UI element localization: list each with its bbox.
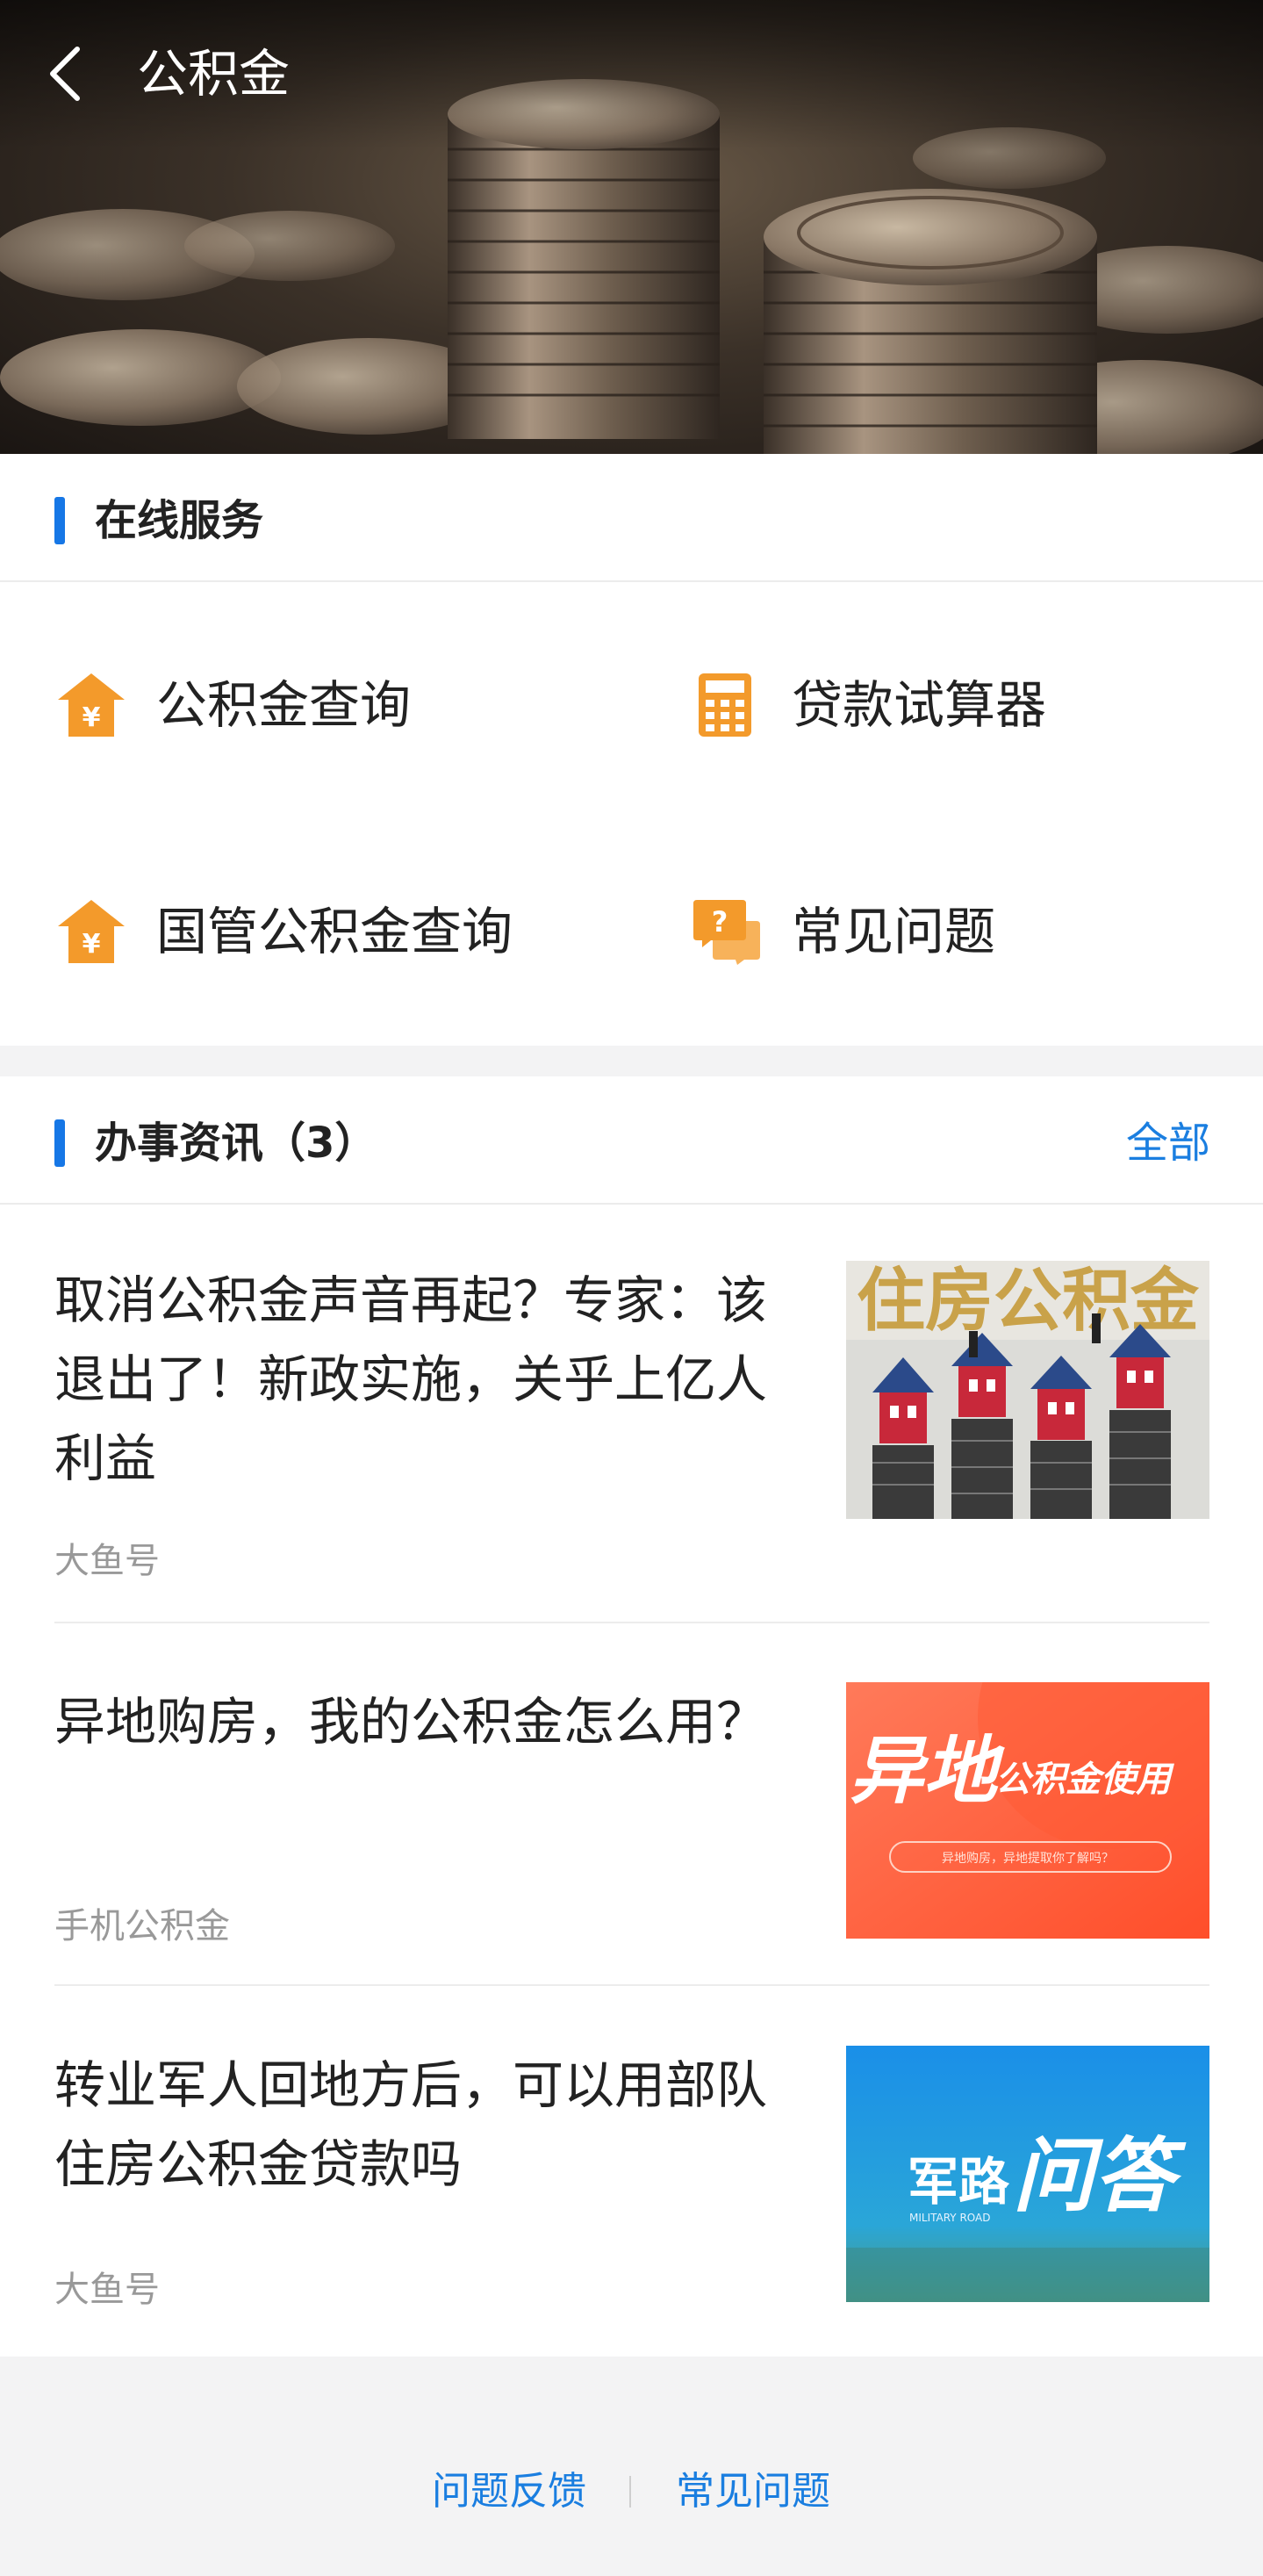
section-accent-bar [54, 497, 65, 544]
section-title: 在线服务 [95, 496, 264, 545]
section-title: 办事资讯（3） [95, 1119, 377, 1168]
feedback-link[interactable]: 问题反馈 [432, 2465, 586, 2518]
separator-row [54, 1984, 1209, 1986]
back-button[interactable] [42, 39, 95, 109]
service-label: 贷款试算器 [792, 675, 1047, 735]
svg-text:¥: ¥ [83, 929, 101, 960]
news-item[interactable]: 异地购房，我的公积金怎么用？ 手机公积金 异地 公积金使用 异地购房，异地提取你… [54, 1682, 1209, 1963]
section-accent-bar [54, 1119, 65, 1167]
news-thumbnail: 住房公积金 [846, 1261, 1209, 1519]
news-card: 办事资讯（3） 全部 取消公积金声音再起？专家：该退出了！新政实施，关乎上亿人利… [0, 1076, 1263, 2357]
house-yuan-icon: ¥ [58, 900, 125, 963]
question-chat-icon: ? [693, 900, 760, 965]
service-label: 公积金查询 [156, 675, 412, 735]
separator-row [54, 1622, 1209, 1623]
thumb-subtext: 问答 [1013, 2129, 1187, 2223]
view-all-link[interactable]: 全部 [1126, 1115, 1210, 1171]
svg-text:¥: ¥ [83, 702, 101, 733]
svg-text:?: ? [712, 905, 728, 939]
news-source: 大鱼号 [54, 1541, 160, 1581]
service-loan-calculator[interactable]: 贷款试算器 [692, 649, 1209, 754]
online-services-header: 在线服务 [0, 454, 1263, 582]
news-title: 异地购房，我的公积金怎么用？ [54, 1692, 768, 1752]
thumb-subtext: 公积金使用 [995, 1759, 1174, 1800]
news-title: 转业军人回地方后，可以用部队住房公积金贷款吗 [54, 2055, 768, 2194]
service-housing-fund-query[interactable]: ¥ 公积金查询 [56, 649, 618, 754]
page-title: 公积金 [137, 44, 291, 104]
news-thumbnail: 异地 公积金使用 异地购房，异地提取你了解吗？ [846, 1682, 1209, 1939]
house-yuan-icon: ¥ [58, 673, 125, 737]
hero-banner: 公积金 [0, 0, 1263, 454]
news-item[interactable]: 转业军人回地方后，可以用部队住房公积金贷款吗 大鱼号 军路 问答 MILITAR… [54, 2046, 1209, 2327]
separator [54, 1622, 1209, 1623]
separator [54, 1984, 1209, 1986]
thumb-text: 住房公积金 [857, 1262, 1200, 1341]
news-header: 办事资讯（3） 全部 [0, 1076, 1263, 1205]
news-title: 取消公积金声音再起？专家：该退出了！新政实施，关乎上亿人利益 [54, 1270, 768, 1488]
chevron-left-icon [50, 47, 80, 101]
faq-link[interactable]: 常见问题 [676, 2465, 830, 2518]
thumb-caption: 异地购房，异地提取你了解吗？ [942, 1852, 1114, 1866]
footer-divider [629, 2476, 631, 2508]
service-label: 国管公积金查询 [156, 902, 513, 961]
service-faq[interactable]: ? 常见问题 [692, 875, 1209, 981]
news-thumbnail: 军路 问答 MILITARY ROAD [846, 2046, 1209, 2302]
service-national-fund-query[interactable]: ¥ 国管公积金查询 [56, 875, 671, 981]
thumb-text: 异地 [850, 1728, 1005, 1814]
news-source: 大鱼号 [54, 2270, 160, 2310]
thumb-text: 军路 [908, 2152, 1010, 2212]
news-item[interactable]: 取消公积金声音再起？专家：该退出了！新政实施，关乎上亿人利益 大鱼号 住房公积金 [54, 1261, 1209, 1581]
news-source: 手机公积金 [54, 1906, 230, 1946]
calculator-icon [699, 673, 751, 737]
online-services-card: 在线服务 ¥ 公积金查询 贷款试算器 ¥ 国管公积金查询 ? 常见问题 [0, 454, 1263, 1046]
thumb-caption: MILITARY ROAD [909, 2212, 990, 2224]
service-label: 常见问题 [792, 902, 996, 961]
